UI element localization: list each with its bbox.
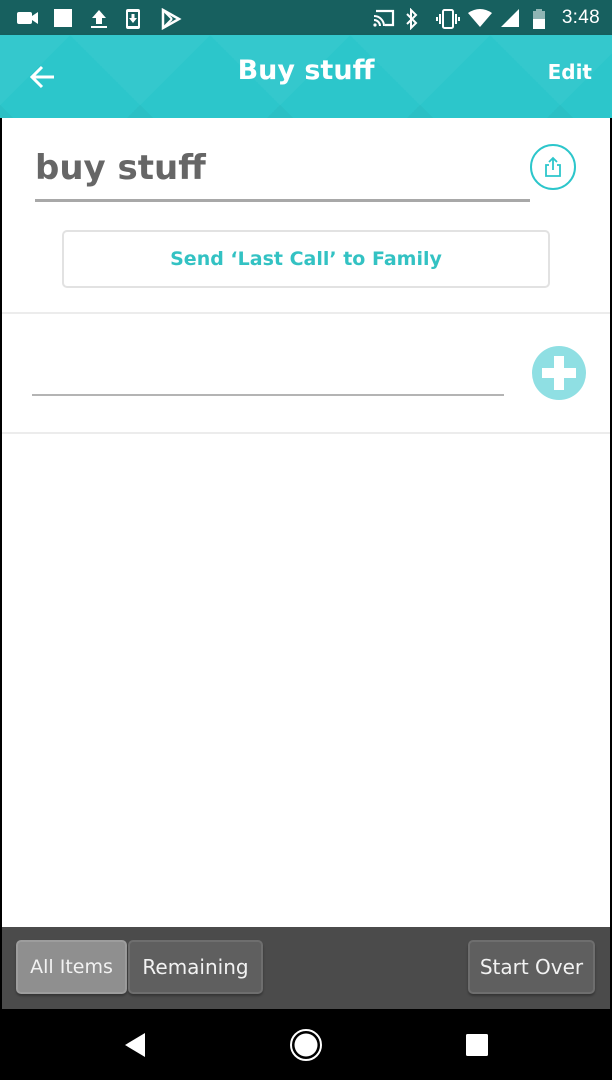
- back-triangle-icon: [125, 1033, 145, 1057]
- list-content: buy stuff Send ‘Last Call’ to Family: [2, 118, 610, 927]
- send-last-call-button[interactable]: Send ‘Last Call’ to Family: [62, 230, 550, 288]
- share-icon: [545, 156, 561, 177]
- video-camera-icon: [16, 8, 38, 28]
- battery-icon: [532, 8, 546, 29]
- plus-icon: [542, 356, 576, 390]
- items-list: [2, 434, 610, 927]
- arrow-left-icon: [29, 65, 54, 89]
- page-title: Buy stuff: [237, 55, 375, 86]
- square-notification-icon: [52, 8, 74, 28]
- add-item-button[interactable]: [532, 346, 586, 400]
- recents-square-icon: [466, 1034, 488, 1056]
- status-bar: 3:48: [0, 0, 612, 35]
- nav-recents-button[interactable]: [459, 1027, 495, 1063]
- upload-icon: [88, 8, 110, 28]
- share-button[interactable]: [530, 144, 576, 190]
- system-icons: 3:48: [372, 6, 600, 30]
- app-bar: Buy stuff Edit: [0, 35, 612, 118]
- bluetooth-icon: [404, 7, 426, 30]
- add-item-row: [2, 314, 610, 432]
- wifi-icon: [467, 8, 492, 28]
- home-circle-icon: [290, 1029, 322, 1061]
- clock: 3:48: [561, 6, 600, 28]
- back-button[interactable]: [28, 61, 60, 93]
- all-items-button[interactable]: All Items: [16, 940, 127, 994]
- list-name-field[interactable]: buy stuff: [35, 146, 530, 202]
- remaining-button[interactable]: Remaining: [128, 940, 263, 994]
- cast-icon: [372, 8, 394, 28]
- start-over-button[interactable]: Start Over: [468, 940, 595, 994]
- system-navigation-bar: [0, 1009, 612, 1080]
- notification-icons: [16, 7, 182, 30]
- vibrate-icon: [435, 8, 460, 29]
- phone-download-icon: [124, 8, 146, 29]
- nav-back-button[interactable]: [120, 1027, 156, 1063]
- play-store-icon: [160, 7, 182, 30]
- cell-signal-icon: [500, 8, 522, 28]
- add-item-input[interactable]: [32, 344, 504, 396]
- edit-button[interactable]: Edit: [548, 60, 592, 84]
- nav-home-button[interactable]: [288, 1027, 324, 1063]
- filter-toolbar: All Items Remaining Start Over: [2, 927, 610, 1009]
